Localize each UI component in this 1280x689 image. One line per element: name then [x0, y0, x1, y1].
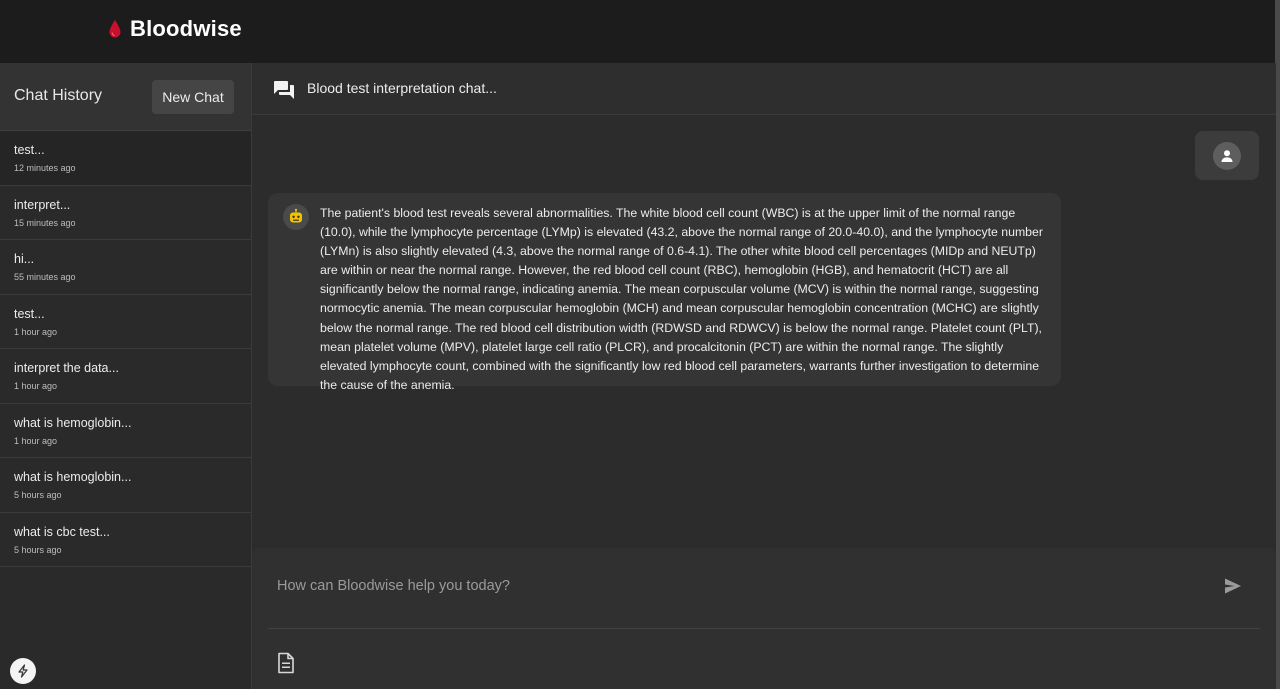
history-item-time: 1 hour ago [14, 381, 58, 391]
brand-name: Bloodwise [130, 16, 242, 41]
sidebar-title: Chat History [14, 87, 103, 104]
brand[interactable]: Bloodwise [108, 16, 242, 42]
document-icon[interactable] [277, 652, 295, 674]
history-item-title: what is hemoglobin... [14, 415, 132, 430]
sidebar: Chat History New Chat test... 12 minutes… [0, 63, 252, 689]
chat-bubbles-icon [274, 81, 294, 99]
history-item-title: interpret the data... [14, 361, 119, 375]
history-item[interactable]: test... 12 minutes ago [0, 131, 251, 186]
send-arrow-icon[interactable] [1223, 576, 1243, 596]
avatar [1213, 141, 1241, 170]
history-item[interactable]: hi... 55 minutes ago [0, 240, 251, 295]
lightning-bolt-button[interactable] [10, 658, 36, 684]
history-item-title: hi... [14, 252, 35, 266]
history-item-title: test... [14, 143, 45, 157]
history-item[interactable]: test... 1 hour ago [0, 294, 251, 349]
history-item-title: what is cbc test... [14, 524, 110, 539]
history-item-time: 5 hours ago [14, 490, 62, 500]
history-item-time: 5 hours ago [14, 544, 62, 555]
assistant-message-text: The patient's blood test reveals several… [320, 206, 1043, 392]
history-item-title: interpret... [14, 197, 71, 212]
history-item-title: test... [14, 306, 45, 321]
history-item[interactable]: interpret the data... 1 hour ago [0, 349, 251, 404]
assistant-message: The patient's blood test reveals several… [268, 193, 1061, 392]
composer [252, 548, 1276, 689]
chat-header: Blood test interpretation chat... [252, 63, 1276, 115]
user-message [1195, 131, 1259, 180]
history-item-time: 15 minutes ago [14, 217, 76, 228]
chat-history-list: test... 12 minutes ago interpret... 15 m… [0, 131, 251, 567]
blood-drop-icon [109, 20, 121, 38]
history-item-time: 1 hour ago [14, 435, 58, 446]
history-item-time: 1 hour ago [14, 326, 58, 337]
history-item[interactable]: interpret... 15 minutes ago [0, 185, 251, 240]
top-bar: Bloodwise [0, 0, 1280, 63]
assistant-avatar [283, 204, 309, 230]
lightning-bolt-icon [18, 664, 28, 678]
history-item[interactable]: what is cbc test... 5 hours ago [0, 512, 251, 567]
person-icon [1221, 149, 1233, 162]
message-input[interactable] [277, 575, 1197, 597]
chat-title: Blood test interpretation chat... [307, 80, 497, 96]
chat-panel: Blood test interpretation chat... The pa… [252, 63, 1276, 689]
new-chat-button[interactable]: New Chat [152, 80, 234, 114]
history-item[interactable]: what is hemoglobin... 5 hours ago [0, 458, 251, 513]
history-item-time: 55 minutes ago [14, 272, 76, 282]
sidebar-header: Chat History New Chat [0, 63, 251, 131]
history-item-time: 12 minutes ago [14, 163, 76, 173]
history-item[interactable]: what is hemoglobin... 1 hour ago [0, 403, 251, 458]
divider [268, 628, 1260, 629]
robot-face-icon [290, 208, 302, 223]
history-item-title: what is hemoglobin... [14, 470, 132, 484]
